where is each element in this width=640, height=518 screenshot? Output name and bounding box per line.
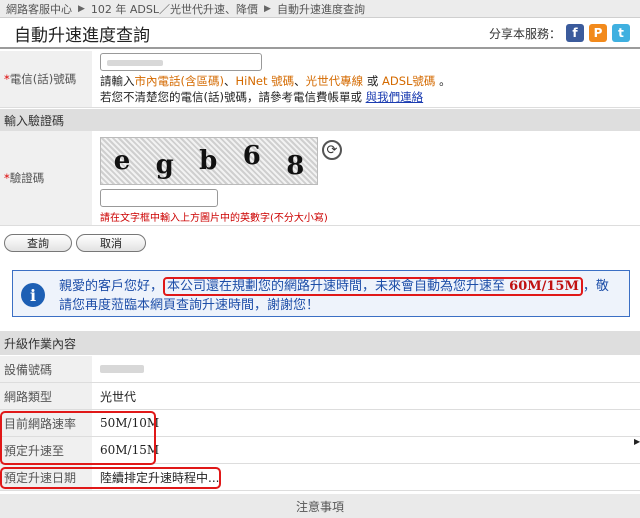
- contact-us-link[interactable]: 與我們連絡: [366, 90, 424, 104]
- facebook-icon[interactable]: f: [566, 24, 584, 42]
- phone-content: 請輸入市內電話(含區碼)、HiNet 號碼、光世代專線 或 ADSL號碼 。 若…: [92, 51, 459, 107]
- plurk-icon[interactable]: P: [589, 24, 607, 42]
- breadcrumb-item-current: 自動升速進度查詢: [276, 2, 365, 16]
- redacted-value: [100, 365, 144, 373]
- notice-highlight-text: 本公司還在規劃您的網路升速時間，未來會自動為您升速至: [167, 279, 510, 294]
- scroll-arrow-icon[interactable]: ▶: [634, 437, 640, 446]
- notice-prefix: 親愛的客戶您好，: [59, 279, 164, 294]
- info-icon: i: [21, 283, 45, 307]
- help-fiber: 光世代專線: [305, 74, 364, 88]
- help-hinet: HiNet 號碼: [235, 74, 295, 88]
- captcha-char: b: [199, 146, 218, 176]
- notice-box: i 親愛的客戶您好， 本公司還在規劃您的網路升速時間，未來會自動為您升速至 60M…: [12, 270, 630, 317]
- captcha-row: * 驗證碼 e g b 6 8 請在文字框中輸入上方圖片中的英數字(不分大小寫): [0, 131, 640, 226]
- table-row: 網路類型 光世代: [0, 383, 640, 410]
- notice-text: 親愛的客戶您好， 本公司還在規劃您的網路升速時間，未來會自動為您升速至 60M/1…: [59, 277, 621, 315]
- captcha-hint: 請在文字框中輸入上方圖片中的英數字(不分大小寫): [100, 213, 328, 224]
- breadcrumb-item-home[interactable]: 網路客服中心: [6, 1, 72, 17]
- help-adsl: ADSL號碼: [381, 74, 436, 88]
- annotation-box-speeds: [0, 411, 156, 465]
- phone-row: * 電信(話)號碼 請輸入市內電話(含區碼)、HiNet 號碼、光世代專線 或 …: [0, 51, 640, 108]
- share-label: 分享本服務：: [488, 26, 561, 41]
- captcha-label-text: 驗證碼: [9, 171, 45, 185]
- breadcrumb-arrow-icon: ▶: [78, 3, 85, 14]
- help-sep: 、: [223, 74, 236, 88]
- captcha-char: 8: [286, 151, 305, 181]
- breadcrumb: 網路客服中心 ▶ 102 年 ADSL／光世代升速、降價 ▶ 自動升速進度查詢: [0, 0, 640, 18]
- query-button[interactable]: 查詢: [4, 234, 72, 252]
- captcha-char: g: [155, 150, 174, 180]
- notice-highlight: 本公司還在規劃您的網路升速時間，未來會自動為您升速至 60M/15M: [163, 277, 583, 296]
- phone-label-text: 電信(話)號碼: [9, 72, 77, 86]
- captcha-image: e g b 6 8: [100, 137, 318, 185]
- upgrade-section-header: 升級作業內容: [0, 331, 640, 355]
- notice-speed: 60M/15M: [509, 279, 579, 294]
- device-number-value: [92, 362, 144, 376]
- page-title: 自動升速進度查詢: [14, 25, 150, 46]
- action-buttons: 查詢 取消: [0, 234, 640, 256]
- captcha-char: e: [113, 146, 131, 176]
- breadcrumb-arrow-icon: ▶: [264, 3, 271, 14]
- phone-help-line1: 請輸入市內電話(含區碼)、HiNet 號碼、光世代專線 或 ADSL號碼 。: [100, 73, 451, 89]
- captcha-char: 6: [242, 141, 261, 171]
- breadcrumb-item-promo[interactable]: 102 年 ADSL／光世代升速、降價: [91, 1, 258, 17]
- twitter-icon[interactable]: t: [612, 24, 630, 42]
- table-row: 設備號碼: [0, 356, 640, 383]
- phone-help-line2: 若您不清楚您的電信(話)號碼，請參考電信費帳單或 與我們連絡: [100, 89, 451, 105]
- redacted-value: [107, 60, 163, 66]
- help-local-phone: 市內電話(含區碼): [134, 74, 224, 88]
- help-text: 請輸入: [100, 74, 135, 88]
- help-or: 或: [363, 74, 382, 88]
- annotation-box-date: [0, 467, 221, 489]
- share-bar: 分享本服務： f P t: [489, 24, 630, 42]
- title-bar: 自動升速進度查詢 分享本服務： f P t: [0, 19, 640, 49]
- phone-number-input[interactable]: [100, 53, 262, 71]
- help-sep: 、: [294, 74, 306, 88]
- captcha-input[interactable]: [100, 189, 218, 207]
- captcha-section-header: 輸入驗證碼: [0, 109, 640, 131]
- network-type-value: 光世代: [100, 389, 137, 404]
- help-end: 。: [435, 74, 451, 88]
- captcha-label: * 驗證碼: [0, 131, 92, 225]
- network-type-label: 網路類型: [0, 383, 92, 409]
- notes-header: 注意事項: [0, 494, 640, 518]
- phone-label: * 電信(話)號碼: [0, 51, 92, 107]
- help-text: 若您不清楚您的電信(話)號碼，請參考電信費帳單或: [100, 90, 366, 104]
- cancel-button[interactable]: 取消: [76, 234, 146, 252]
- captcha-area: e g b 6 8 請在文字框中輸入上方圖片中的英數字(不分大小寫): [92, 131, 336, 225]
- device-number-label: 設備號碼: [0, 356, 92, 382]
- refresh-icon[interactable]: ⟳: [322, 140, 342, 160]
